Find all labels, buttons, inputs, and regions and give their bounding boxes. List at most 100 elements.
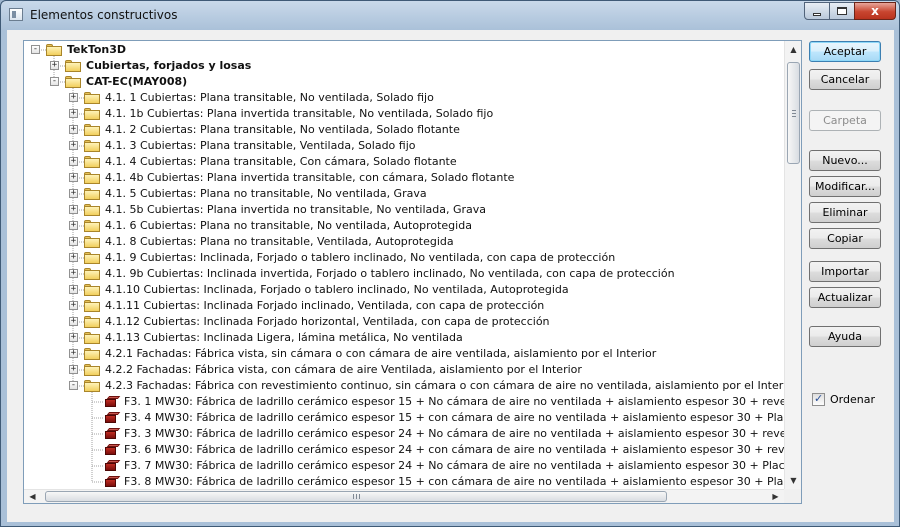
expand-icon[interactable]: + [69, 109, 78, 118]
expand-icon[interactable]: + [69, 141, 78, 150]
tree-item[interactable]: +4.1. 5 Cubiertas: Plana no transitable,… [24, 186, 784, 202]
tree-item[interactable]: - TekTon3D [24, 42, 784, 58]
expand-icon[interactable]: + [69, 125, 78, 134]
tree-item[interactable]: +4.1. 9b Cubiertas: Inclinada invertida,… [24, 266, 784, 282]
tree-item-label: F3. 7 MW30: Fábrica de ladrillo cerámico… [124, 459, 784, 472]
tree-item-label: 4.2.3 Fachadas: Fábrica con revestimient… [105, 379, 784, 392]
tree-item[interactable]: +4.1. 4 Cubiertas: Plana transitable, Co… [24, 154, 784, 170]
expand-icon[interactable]: + [69, 205, 78, 214]
tree-item[interactable]: F3. 6 MW30: Fábrica de ladrillo cerámico… [24, 442, 784, 458]
tree-item[interactable]: +4.1. 9 Cubiertas: Inclinada, Forjado o … [24, 250, 784, 266]
title-bar[interactable]: Elementos constructivos x [1, 1, 899, 29]
folder-icon [84, 300, 101, 312]
sort-checkbox[interactable] [812, 392, 825, 406]
folder-icon [84, 172, 101, 184]
scroll-left-arrow-icon[interactable]: ◀ [24, 488, 41, 503]
cancel-button[interactable]: Cancelar [809, 69, 881, 90]
scrollbar-corner [784, 489, 801, 503]
tree-item[interactable]: +4.1.12 Cubiertas: Inclinada Forjado hor… [24, 314, 784, 330]
new-button[interactable]: Nuevo... [809, 150, 881, 171]
expand-icon[interactable]: + [69, 221, 78, 230]
brick-element-icon [105, 412, 121, 424]
tree-item[interactable]: +4.1.11 Cubiertas: Inclinada Forjado inc… [24, 298, 784, 314]
folder-button[interactable]: Carpeta [809, 110, 881, 131]
tree-item[interactable]: - 4.2.3 Fachadas: Fábrica con revestimien… [24, 378, 784, 394]
grip-line [792, 110, 796, 111]
tree-item[interactable]: +4.1. 6 Cubiertas: Plana no transitable,… [24, 218, 784, 234]
tree-item[interactable]: F3. 7 MW30: Fábrica de ladrillo cerámico… [24, 458, 784, 474]
tree-item[interactable]: +4.1.10 Cubiertas: Inclinada, Forjado o … [24, 282, 784, 298]
tree-item-label: 4.2.2 Fachadas: Fábrica vista, con cámar… [105, 363, 582, 376]
expand-icon[interactable]: + [69, 237, 78, 246]
expand-icon[interactable]: + [69, 301, 78, 310]
tree-item[interactable]: +4.2.2 Fachadas: Fábrica vista, con cáma… [24, 362, 784, 378]
expand-icon[interactable]: + [69, 253, 78, 262]
close-button[interactable]: x [854, 2, 896, 20]
folder-icon [84, 284, 101, 296]
tree-item[interactable]: +4.1. 2 Cubiertas: Plana transitable, No… [24, 122, 784, 138]
modify-button[interactable]: Modificar... [809, 176, 881, 197]
scroll-down-arrow-icon[interactable]: ▼ [785, 472, 801, 489]
collapse-icon[interactable]: - [69, 381, 78, 390]
collapse-icon[interactable]: - [50, 77, 59, 86]
expand-icon[interactable]: + [69, 317, 78, 326]
folder-icon [84, 156, 101, 168]
tree-item[interactable]: F3. 4 MW30: Fábrica de ladrillo cerámico… [24, 410, 784, 426]
tree-item[interactable]: F3. 8 MW30: Fábrica de ladrillo cerámico… [24, 474, 784, 489]
update-button[interactable]: Actualizar [809, 287, 881, 308]
horizontal-scroll-thumb[interactable] [45, 491, 667, 502]
sort-option[interactable]: Ordenar [812, 392, 875, 406]
tree-item[interactable]: +4.1. 5b Cubiertas: Plana invertida no t… [24, 202, 784, 218]
expand-icon[interactable]: + [69, 349, 78, 358]
tree-item[interactable]: +4.1.13 Cubiertas: Inclinada Ligera, lám… [24, 330, 784, 346]
tree-item[interactable]: F3. 1 MW30: Fábrica de ladrillo cerámico… [24, 394, 784, 410]
expand-icon[interactable]: + [69, 173, 78, 182]
tree-item-label: 4.1. 3 Cubiertas: Plana transitable, Ven… [105, 139, 416, 152]
expand-icon[interactable]: + [69, 333, 78, 342]
tree-item[interactable]: +4.2.1 Fachadas: Fábrica vista, sin cáma… [24, 346, 784, 362]
accept-button[interactable]: Aceptar [809, 41, 881, 62]
copy-button[interactable]: Copiar [809, 228, 881, 249]
tree-rows: - TekTon3D + Cubiertas, forjados y losas - CA… [24, 41, 784, 489]
expand-icon[interactable]: + [69, 189, 78, 198]
help-button[interactable]: Ayuda [809, 326, 881, 347]
tree-item[interactable]: +4.1. 8 Cubiertas: Plana no transitable,… [24, 234, 784, 250]
tree-item[interactable]: - CAT-EC(MAY008) [24, 74, 784, 90]
horizontal-scrollbar[interactable]: ◀ ▶ [24, 489, 784, 503]
delete-button[interactable]: Eliminar [809, 202, 881, 223]
vertical-scroll-thumb[interactable] [787, 62, 800, 164]
scroll-right-arrow-icon[interactable]: ▶ [767, 488, 784, 503]
maximize-button[interactable] [829, 2, 855, 20]
vertical-scrollbar[interactable]: ▲ ▼ [784, 41, 801, 489]
collapse-icon[interactable]: - [31, 45, 40, 54]
folder-icon [84, 108, 101, 120]
scroll-up-arrow-icon[interactable]: ▲ [785, 41, 801, 58]
tree-item-label: 4.1.10 Cubiertas: Inclinada, Forjado o t… [105, 283, 569, 296]
tree-item-label: F3. 3 MW30: Fábrica de ladrillo cerámico… [124, 427, 784, 440]
expand-icon[interactable]: + [69, 269, 78, 278]
tree-item[interactable]: +4.1. 1b Cubiertas: Plana invertida tran… [24, 106, 784, 122]
import-button[interactable]: Importar [809, 261, 881, 282]
grip-line [792, 116, 796, 117]
folder-icon [65, 76, 82, 88]
tree-item[interactable]: +4.1. 4b Cubiertas: Plana invertida tran… [24, 170, 784, 186]
element-tree[interactable]: - TekTon3D + Cubiertas, forjados y losas - CA… [23, 40, 802, 504]
tree-item[interactable]: + Cubiertas, forjados y losas [24, 58, 784, 74]
grip-line [353, 494, 354, 499]
tree-item[interactable]: F3. 3 MW30: Fábrica de ladrillo cerámico… [24, 426, 784, 442]
tree-item-label: F3. 1 MW30: Fábrica de ladrillo cerámico… [124, 395, 784, 408]
folder-icon [84, 364, 101, 376]
dialog-window: Elementos constructivos x - TekTon3D + Cubi… [0, 0, 900, 527]
tree-item-label: 4.1. 4b Cubiertas: Plana invertida trans… [105, 171, 515, 184]
expand-icon[interactable]: + [50, 61, 59, 70]
folder-icon [84, 92, 101, 104]
folder-icon [84, 268, 101, 280]
tree-item[interactable]: +4.1. 1 Cubiertas: Plana transitable, No… [24, 90, 784, 106]
expand-icon[interactable]: + [69, 157, 78, 166]
expand-icon[interactable]: + [69, 365, 78, 374]
folder-icon [84, 348, 101, 360]
expand-icon[interactable]: + [69, 285, 78, 294]
minimize-button[interactable] [804, 2, 830, 20]
tree-item[interactable]: +4.1. 3 Cubiertas: Plana transitable, Ve… [24, 138, 784, 154]
expand-icon[interactable]: + [69, 93, 78, 102]
